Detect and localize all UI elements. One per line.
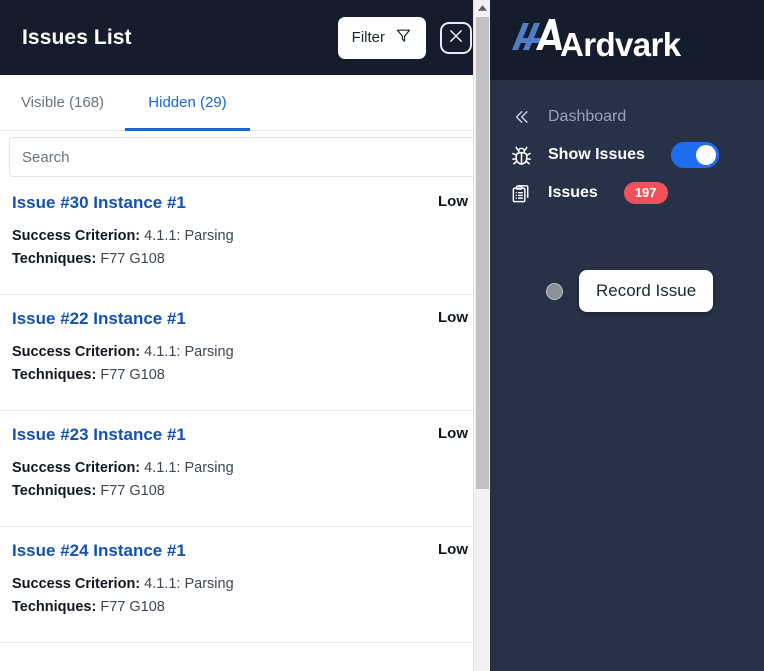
issue-title-link[interactable]: Issue #30 Instance #1 xyxy=(12,193,186,213)
techniques-value: F77 G108 xyxy=(100,251,165,268)
issue-title-link[interactable]: Issue #22 Instance #1 xyxy=(12,309,186,329)
criterion-value: 4.1.1: Parsing xyxy=(144,576,234,592)
app-sidebar: Ardvark Dashboard Show Issues Issues 197… xyxy=(490,0,764,671)
show-issues-toggle[interactable] xyxy=(670,142,719,168)
issue-title-link[interactable]: Issue #23 Instance #1 xyxy=(12,425,186,445)
tab-visible[interactable]: Visible (168) xyxy=(0,75,125,130)
sidebar-item-label: Show Issues xyxy=(548,146,645,163)
issues-panel: Issues List Filter Visible (168) Hidden … xyxy=(0,0,490,671)
sidebar-item-show-issues[interactable]: Show Issues xyxy=(490,136,764,174)
issue-row-top: Issue #23 Instance #1 Low xyxy=(12,425,474,445)
bug-icon xyxy=(508,142,534,168)
panel-header: Issues List Filter xyxy=(0,0,490,75)
criterion-label: Success Criterion: xyxy=(12,344,141,360)
issues-count-badge: 197 xyxy=(623,181,668,205)
header-actions: Filter xyxy=(337,16,472,59)
brand-logo[interactable]: Ardvark xyxy=(510,16,681,64)
table-row[interactable]: Issue #30 Instance #1 Low Success Criter… xyxy=(0,179,490,295)
page-title: Issues List xyxy=(22,25,132,49)
close-button[interactable] xyxy=(440,21,472,54)
status-badge: Low xyxy=(438,541,468,558)
criterion-label: Success Criterion: xyxy=(12,576,141,592)
brand-name: Ardvark xyxy=(560,26,681,63)
techniques-label: Techniques: xyxy=(12,599,97,616)
record-issue-control: Record Issue xyxy=(490,270,764,312)
status-badge: Low xyxy=(438,193,468,210)
status-badge: Low xyxy=(438,309,468,326)
filter-button[interactable]: Filter xyxy=(337,16,426,59)
table-row[interactable]: Issue #22 Instance #1 Low Success Criter… xyxy=(0,295,490,411)
issue-meta: Success Criterion: 4.1.1: Parsing Techni… xyxy=(12,457,474,504)
issue-title-link[interactable]: Issue #24 Instance #1 xyxy=(12,541,186,561)
issue-row-top: Issue #24 Instance #1 Low xyxy=(12,541,474,561)
sidebar-item-dashboard[interactable]: Dashboard xyxy=(490,98,764,136)
criterion-label: Success Criterion: xyxy=(12,228,141,244)
scrollbar[interactable] xyxy=(473,0,490,671)
issue-meta: Success Criterion: 4.1.1: Parsing Techni… xyxy=(12,573,474,620)
issue-row-top: Issue #30 Instance #1 Low xyxy=(12,193,474,213)
issue-meta: Success Criterion: 4.1.1: Parsing Techni… xyxy=(12,341,474,388)
app-root: Issues List Filter Visible (168) Hidden … xyxy=(0,0,764,671)
sidebar-item-label: Issues xyxy=(548,184,598,201)
record-dot-icon[interactable] xyxy=(546,282,563,300)
issue-row-top: Issue #22 Instance #1 Low xyxy=(12,309,474,329)
techniques-label: Techniques: xyxy=(12,483,97,500)
filter-button-label: Filter xyxy=(351,29,385,46)
sidebar-nav: Dashboard Show Issues Issues 197 xyxy=(490,80,764,212)
criterion-label: Success Criterion: xyxy=(12,460,141,476)
criterion-value: 4.1.1: Parsing xyxy=(144,344,234,360)
chevron-double-left-icon[interactable] xyxy=(508,104,534,130)
clipboard-list-icon xyxy=(508,180,534,206)
sidebar-logo-bar: Ardvark xyxy=(490,0,764,80)
techniques-value: F77 G108 xyxy=(100,599,165,616)
issue-meta: Success Criterion: 4.1.1: Parsing Techni… xyxy=(12,225,474,272)
close-x-icon xyxy=(447,27,465,48)
search-container xyxy=(0,131,490,179)
tabs: Visible (168) Hidden (29) xyxy=(0,75,490,131)
search-input[interactable] xyxy=(9,137,481,177)
issues-list: Issue #30 Instance #1 Low Success Criter… xyxy=(0,179,490,671)
tab-hidden[interactable]: Hidden (29) xyxy=(125,75,250,131)
sidebar-item-label: Dashboard xyxy=(548,108,627,125)
scrollbar-thumb[interactable] xyxy=(476,17,489,489)
status-badge: Low xyxy=(438,425,468,442)
techniques-label: Techniques: xyxy=(12,251,97,268)
techniques-value: F77 G108 xyxy=(100,483,165,500)
record-issue-button[interactable]: Record Issue xyxy=(579,270,714,312)
table-row[interactable]: Issue #24 Instance #1 Low Success Criter… xyxy=(0,527,490,643)
sidebar-item-issues[interactable]: Issues 197 xyxy=(490,174,764,212)
techniques-label: Techniques: xyxy=(12,367,97,384)
toggle-knob xyxy=(695,145,716,165)
criterion-value: 4.1.1: Parsing xyxy=(144,228,234,244)
criterion-value: 4.1.1: Parsing xyxy=(144,460,234,476)
funnel-icon xyxy=(395,27,412,48)
table-row[interactable]: Issue #23 Instance #1 Low Success Criter… xyxy=(0,411,490,527)
aa-monogram-icon xyxy=(510,16,568,56)
scroll-up-arrow-icon[interactable] xyxy=(474,0,490,15)
techniques-value: F77 G108 xyxy=(100,367,165,384)
